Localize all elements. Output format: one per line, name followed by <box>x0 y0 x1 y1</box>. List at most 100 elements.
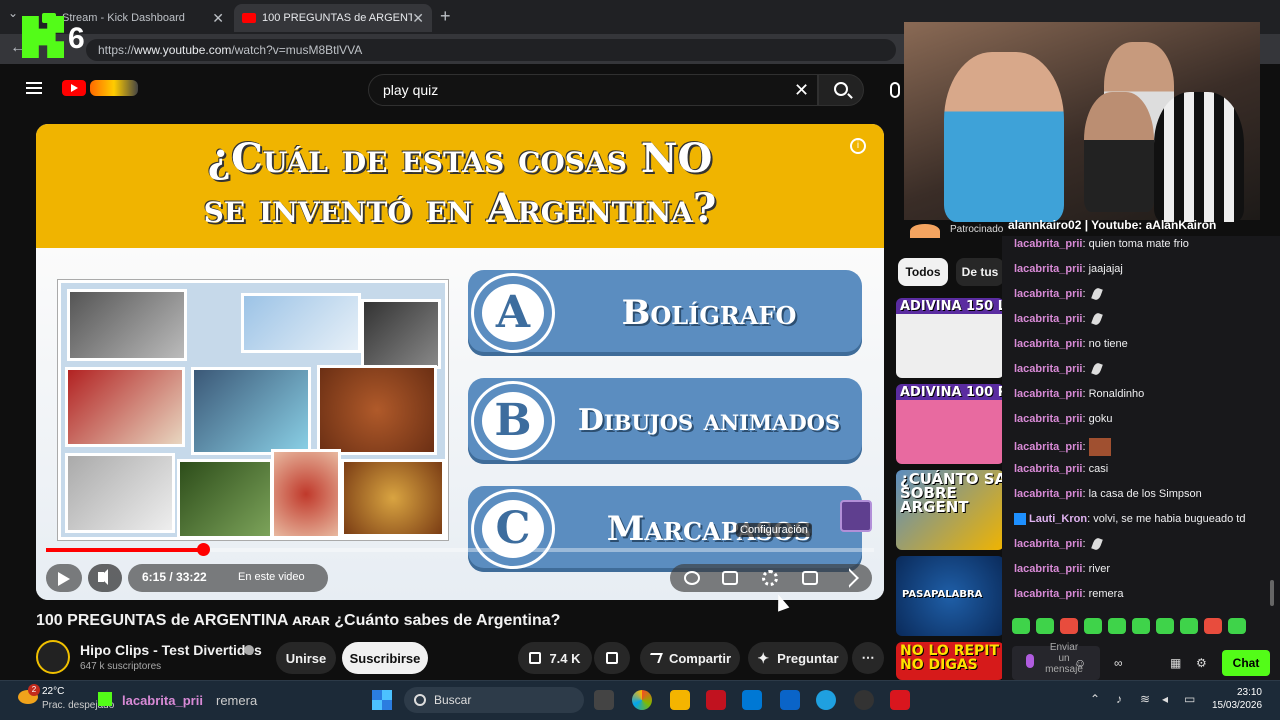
chat-username[interactable]: lacabrita_prii <box>1014 413 1082 425</box>
emote-icon[interactable] <box>1036 618 1054 634</box>
search-input[interactable]: play quiz <box>368 74 818 106</box>
chapter-button[interactable]: En este video <box>238 571 305 583</box>
info-icon[interactable]: i <box>850 138 866 154</box>
outlook-icon[interactable] <box>780 690 800 710</box>
suggested-video-thumb[interactable]: ¿CUÁNTO SA SOBRE ARGENT <box>896 470 1004 550</box>
taskbar-clock[interactable]: 23:10 15/03/2026 <box>1212 686 1262 712</box>
volume-tray-icon[interactable]: ◂ <box>1162 692 1168 706</box>
progress-played <box>46 548 203 552</box>
hidden-icons[interactable]: ⌃ <box>1090 692 1100 706</box>
weather-badge: 2 <box>28 684 40 696</box>
youtube-logo-icon[interactable] <box>62 80 86 96</box>
mcafee-icon[interactable] <box>706 690 726 710</box>
chat-username[interactable]: lacabrita_prii <box>1014 463 1082 475</box>
copilot-icon[interactable] <box>632 690 652 710</box>
emote-icon[interactable] <box>1012 618 1030 634</box>
wifi-icon[interactable]: ≋ <box>1140 692 1150 706</box>
tab-search-icon[interactable]: ⌄ <box>8 6 18 20</box>
suggested-video-thumb[interactable]: ADIVINA 100 PERSO <box>896 384 1004 464</box>
chat-message: Lauti_Kron: volvi, se me habia bugueado … <box>1014 513 1245 526</box>
store-app-icon[interactable] <box>742 690 762 710</box>
thumb-title: ADIVINA 150 LO <box>900 299 1004 314</box>
chat-send-button[interactable]: Chat <box>1222 650 1270 676</box>
channel-avatar[interactable] <box>36 640 70 674</box>
dislike-button[interactable] <box>594 642 630 674</box>
chat-text: jaajajaj <box>1088 263 1123 275</box>
emote-icon[interactable] <box>1156 618 1174 634</box>
task-view-icon[interactable] <box>594 690 614 710</box>
share-button[interactable]: Compartir <box>640 642 740 674</box>
ask-button[interactable]: ✦ Preguntar <box>748 642 848 674</box>
thumbs-down-icon <box>606 652 618 664</box>
miniplayer-icon[interactable] <box>802 571 818 585</box>
url-field[interactable]: https://www.youtube.com/watch?v=musM8Btl… <box>86 39 896 61</box>
chip-all[interactable]: Todos <box>898 258 948 286</box>
chip-from-channel[interactable]: De tus <box>956 258 1004 286</box>
chat-username[interactable]: lacabrita_prii <box>1014 313 1082 325</box>
option-text: Dibujos animados <box>577 403 841 438</box>
chat-username[interactable]: lacabrita_prii <box>1014 263 1082 275</box>
more-actions-button[interactable]: ⋯ <box>852 642 884 674</box>
streamer-figure <box>944 52 1064 222</box>
chat-username[interactable]: lacabrita_prii <box>1014 288 1082 300</box>
file-explorer-icon[interactable] <box>670 690 690 710</box>
clear-search-icon[interactable]: ✕ <box>794 80 809 101</box>
emoji-icon[interactable]: ☺ <box>1074 656 1086 670</box>
join-button[interactable]: Unirse <box>276 642 336 674</box>
chat-username[interactable]: lacabrita_prii <box>1014 441 1082 453</box>
search-button[interactable] <box>818 74 864 106</box>
menu-icon[interactable] <box>26 82 42 94</box>
chat-username[interactable]: lacabrita_prii <box>1014 363 1082 375</box>
close-tab-icon[interactable]: ✕ <box>412 10 424 27</box>
emote-icon[interactable] <box>1228 618 1246 634</box>
fullscreen-icon[interactable] <box>839 568 859 588</box>
quiz-question-banner: ¿Cuál de estas cosas NO se inventó en Ar… <box>36 124 884 248</box>
chat-mic-icon[interactable] <box>1026 654 1034 668</box>
chat-username[interactable]: lacabrita_prii <box>1014 538 1082 550</box>
chat-username[interactable]: lacabrita_prii <box>1014 338 1082 350</box>
chat-username[interactable]: lacabrita_prii <box>1014 588 1082 600</box>
channel-name[interactable]: Hipo Clips - Test Divertidos <box>80 642 262 658</box>
mic-tray-icon[interactable]: ♪ <box>1116 692 1122 706</box>
youtube-doodle-icon[interactable] <box>90 80 138 96</box>
league-app-icon[interactable] <box>890 690 910 710</box>
chat-message: lacabrita_prii: jaajajaj <box>1014 263 1123 275</box>
emote-picker-icon[interactable]: ∞ <box>1114 656 1123 670</box>
taskbar-search[interactable]: Buscar <box>404 687 584 713</box>
chat-username[interactable]: lacabrita_prii <box>1014 488 1082 500</box>
edge-icon[interactable] <box>816 690 836 710</box>
chat-username[interactable]: lacabrita_prii <box>1014 563 1082 575</box>
suggested-video-thumb[interactable]: ADIVINA 150 LO <box>896 298 1004 378</box>
new-tab-button[interactable]: + <box>440 6 451 27</box>
chat-scrollbar[interactable] <box>1270 580 1274 606</box>
windows-start-icon[interactable] <box>372 690 392 710</box>
suggested-video-thumb[interactable]: NO LO REPIT NO DIGAS <box>896 642 1004 680</box>
play-button[interactable] <box>46 564 82 592</box>
subtitles-icon[interactable] <box>722 571 738 585</box>
store-icon[interactable]: ▦ <box>1170 656 1181 670</box>
chat-username[interactable]: lacabrita_prii <box>1014 238 1082 250</box>
chat-username[interactable]: Lauti_Kron <box>1029 513 1087 525</box>
subscribe-button[interactable]: Suscribirse <box>342 642 428 674</box>
settings-gear-icon[interactable] <box>762 570 778 586</box>
scrubber-handle[interactable] <box>197 543 210 556</box>
emote-icon[interactable] <box>1108 618 1126 634</box>
volume-button[interactable] <box>88 564 122 592</box>
battery-icon[interactable]: ▭ <box>1184 692 1195 706</box>
emote-icon[interactable] <box>1132 618 1150 634</box>
close-tab-icon[interactable]: ✕ <box>212 10 224 27</box>
microphone-icon[interactable] <box>890 82 900 98</box>
obs-icon[interactable] <box>854 690 874 710</box>
like-count: 7.4 K <box>549 650 581 666</box>
emote-icon[interactable] <box>1060 618 1078 634</box>
like-button[interactable]: 7.4 K <box>518 642 592 674</box>
emote-icon[interactable] <box>1084 618 1102 634</box>
emote-icon[interactable] <box>1180 618 1198 634</box>
suggested-video-thumb[interactable]: PASAPALABRA <box>896 556 1004 636</box>
emote-icon[interactable] <box>1204 618 1222 634</box>
chat-username[interactable]: lacabrita_prii <box>1014 388 1082 400</box>
chat-settings-icon[interactable]: ⚙ <box>1196 656 1207 670</box>
autoplay-toggle-icon[interactable] <box>684 571 700 585</box>
video-player[interactable]: ¿Cuál de estas cosas NO se inventó en Ar… <box>36 124 884 600</box>
tab-youtube-video[interactable]: 100 PREGUNTAS de ARGENTINA ✕ <box>234 4 432 32</box>
